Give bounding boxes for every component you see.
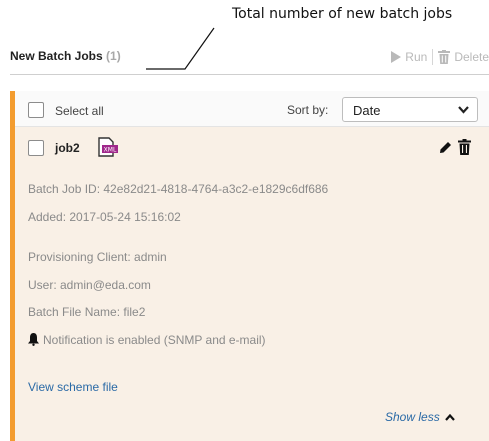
view-scheme-file-link[interactable]: View scheme file [28, 380, 118, 394]
trash-icon[interactable] [458, 139, 471, 155]
batch-toolbar: Run Delete [391, 47, 489, 67]
notification-status: Notification is enabled (SNMP and e-mail… [43, 333, 266, 347]
annotation-callout: Total number of new batch jobs [232, 6, 453, 22]
xml-badge-text: XML [104, 147, 117, 154]
delete-button-label: Delete [454, 50, 489, 64]
select-all-checkbox[interactable] [28, 102, 44, 118]
sort-by-select[interactable]: Date [342, 97, 478, 122]
provisioning-client: Provisioning Client: admin [28, 250, 167, 264]
chevron-down-icon [458, 106, 469, 114]
header-divider [10, 74, 489, 75]
batch-file-name: Batch File Name: file2 [28, 305, 146, 319]
list-header: Select all Sort by: Date [15, 91, 489, 127]
sort-by-label: Sort by: [287, 103, 329, 117]
batch-jobs-list: Select all Sort by: Date job2 XML Batch … [10, 91, 489, 441]
delete-button[interactable]: Delete [438, 50, 489, 64]
sort-by-value: Date [353, 103, 381, 118]
run-button-label: Run [405, 50, 428, 64]
toolbar-divider [432, 49, 434, 65]
show-less-label: Show less [385, 410, 440, 424]
select-all-label: Select all [55, 104, 104, 118]
panel-title: New Batch Jobs (1) [10, 49, 121, 63]
show-less-toggle[interactable]: Show less [385, 410, 455, 424]
job-name: job2 [55, 141, 80, 155]
user: User: admin@eda.com [28, 278, 151, 292]
job-checkbox[interactable] [28, 140, 44, 156]
xml-file-icon[interactable]: XML [97, 137, 119, 157]
added-timestamp: Added: 2017-05-24 15:16:02 [28, 210, 181, 224]
job-card: job2 XML Batch Job ID: 42e82d21-4818-476… [15, 127, 489, 441]
play-icon [391, 51, 402, 63]
trash-icon [438, 50, 451, 64]
new-batch-jobs-count: (1) [106, 49, 121, 63]
chevron-up-icon [444, 413, 455, 421]
pencil-icon[interactable] [439, 141, 452, 154]
run-button[interactable]: Run [391, 50, 427, 64]
panel-title-text: New Batch Jobs [10, 49, 103, 63]
bell-icon [28, 333, 39, 346]
batch-job-id: Batch Job ID: 42e82d21-4818-4764-a3c2-e1… [28, 182, 329, 196]
